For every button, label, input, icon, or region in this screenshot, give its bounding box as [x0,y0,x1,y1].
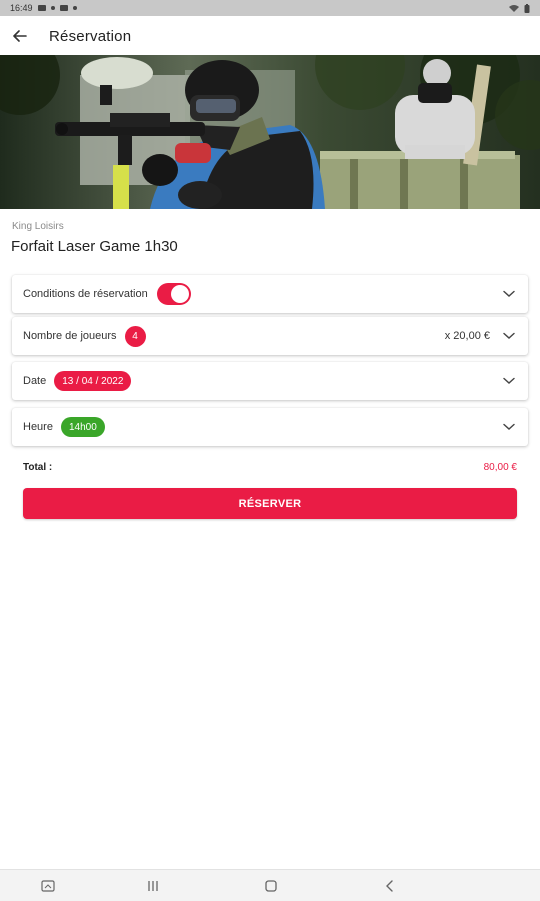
players-count-badge: 4 [124,325,146,347]
location-notification-icon [50,6,55,10]
wifi-icon [509,5,519,12]
chevron-down-icon[interactable] [502,420,516,434]
conditions-toggle[interactable] [156,283,191,305]
status-right [509,3,530,13]
chevron-down-icon[interactable] [502,287,516,301]
arrow-left-icon [13,30,27,42]
laser-game-photo [0,55,540,209]
players-row[interactable]: Nombre de joueurs 4 x 20,00 € [12,317,528,355]
reserve-button[interactable]: RÉSERVER [23,488,517,519]
cloud-notification-icon [59,5,68,11]
product-title: Forfait Laser Game 1h30 [11,238,178,255]
back-button[interactable] [0,16,40,56]
status-left: 16:49 [10,3,77,13]
app-bar: Réservation [0,16,540,56]
total-label: Total : [23,462,53,473]
back-icon[interactable] [370,870,410,901]
battery-icon [524,3,530,13]
chevron-down-icon[interactable] [502,329,516,343]
players-label: Nombre de joueurs [23,330,117,342]
chevron-down-icon[interactable] [502,374,516,388]
screenshot-icon[interactable] [28,870,68,901]
hero-image [0,55,540,209]
time-label: Heure [23,421,53,433]
conditions-row[interactable]: Conditions de réservation [12,275,528,313]
toggle-knob [170,285,189,303]
status-time: 16:49 [10,3,33,13]
more-notifications-icon [72,6,77,10]
page-title: Réservation [49,27,132,45]
time-pill: 14h00 [60,417,105,437]
home-icon[interactable] [251,870,291,901]
system-nav-bar [0,869,540,901]
unit-price: x 20,00 € [444,330,490,342]
conditions-label: Conditions de réservation [23,288,148,300]
total-value: 80,00 € [483,462,517,473]
time-row[interactable]: Heure 14h00 [12,408,528,446]
recent-apps-icon[interactable] [133,870,173,901]
status-bar: 16:49 [0,0,540,16]
date-row[interactable]: Date 13 / 04 / 2022 [12,362,528,400]
venue-name: King Loisirs [12,221,64,232]
date-pill: 13 / 04 / 2022 [54,371,132,391]
gallery-notification-icon [37,5,46,11]
date-label: Date [23,375,47,387]
